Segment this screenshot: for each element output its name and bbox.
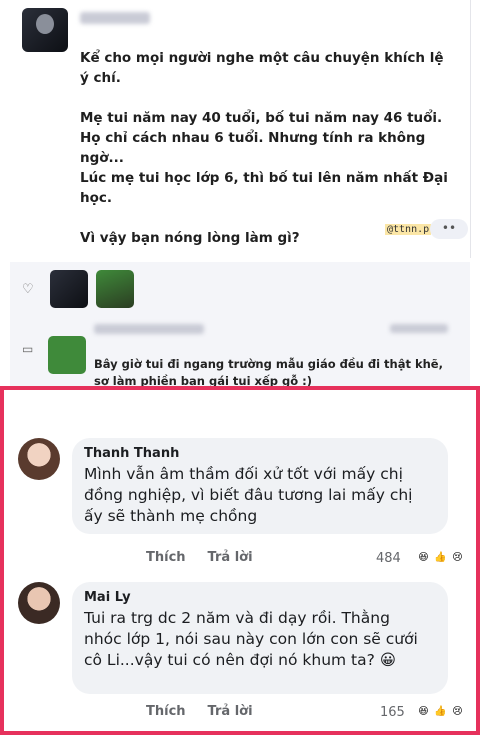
sad-icon: 😢 [452, 552, 463, 563]
commenter-avatar[interactable] [18, 438, 60, 480]
like-button[interactable]: Thích [146, 550, 186, 565]
post-card: Kể cho mọi người nghe một câu chuyện khí… [10, 0, 471, 258]
reaction-count[interactable]: 165 [380, 705, 405, 720]
comment-icon[interactable]: ▭ [22, 342, 33, 356]
watermark-tag: @ttnn.p [385, 224, 432, 235]
reactor-avatar[interactable] [50, 270, 88, 308]
heart-icon[interactable]: ♡ [22, 282, 34, 297]
reply-text: Bây giờ tui đi ngang trường mẫu giáo đều… [94, 357, 443, 388]
like-icon: 👍 [434, 552, 447, 563]
reply-section: ▭ Bây giờ tui đi ngang trường mẫu giáo đ… [10, 318, 470, 388]
reactor-avatar[interactable] [96, 270, 134, 308]
haha-icon: 😆 [418, 552, 429, 563]
reactions-bar: ♡ [10, 262, 470, 318]
commenter-name[interactable]: Thanh Thanh [84, 446, 436, 461]
comment-actions: Thích Trả lời [146, 550, 275, 565]
blurred-username [80, 12, 150, 24]
reply-button[interactable]: Trả lời [208, 550, 253, 565]
reply-button[interactable]: Trả lời [208, 704, 253, 719]
like-icon: 👍 [434, 706, 447, 717]
commenter-name[interactable]: Mai Ly [84, 590, 436, 605]
comments-frame: Thanh Thanh Mình vẫn âm thầm đối xử tốt … [0, 386, 480, 735]
social-post-screenshot: Kể cho mọi người nghe một câu chuyện khí… [0, 0, 480, 388]
post-paragraph: Kể cho mọi người nghe một câu chuyện khí… [80, 50, 444, 86]
comment-text: Mình vẫn âm thầm đối xử tốt với mấy chị … [84, 465, 413, 525]
more-options-button[interactable]: •• [430, 219, 468, 239]
haha-icon: 😆 [418, 706, 429, 717]
post-body: Kể cho mọi người nghe một câu chuyện khí… [80, 48, 460, 268]
blurred-timestamp [390, 324, 448, 333]
replier-avatar[interactable] [48, 336, 86, 374]
blurred-replier-name [94, 324, 204, 334]
commenter-avatar[interactable] [18, 582, 60, 624]
comment-bubble: Thanh Thanh Mình vẫn âm thầm đối xử tốt … [72, 438, 448, 534]
comment-text: Tui ra trg dc 2 năm và đi dạy rồi. Thằng… [84, 609, 418, 669]
reaction-count[interactable]: 484 [376, 551, 401, 566]
poster-avatar[interactable] [22, 8, 68, 52]
like-button[interactable]: Thích [146, 704, 186, 719]
comment-bubble: Mai Ly Tui ra trg dc 2 năm và đi dạy rồi… [72, 582, 448, 694]
sad-icon: 😢 [452, 706, 463, 717]
post-paragraph: Mẹ tui năm nay 40 tuổi, bố tui năm nay 4… [80, 110, 448, 206]
comment-actions: Thích Trả lời [146, 704, 275, 719]
